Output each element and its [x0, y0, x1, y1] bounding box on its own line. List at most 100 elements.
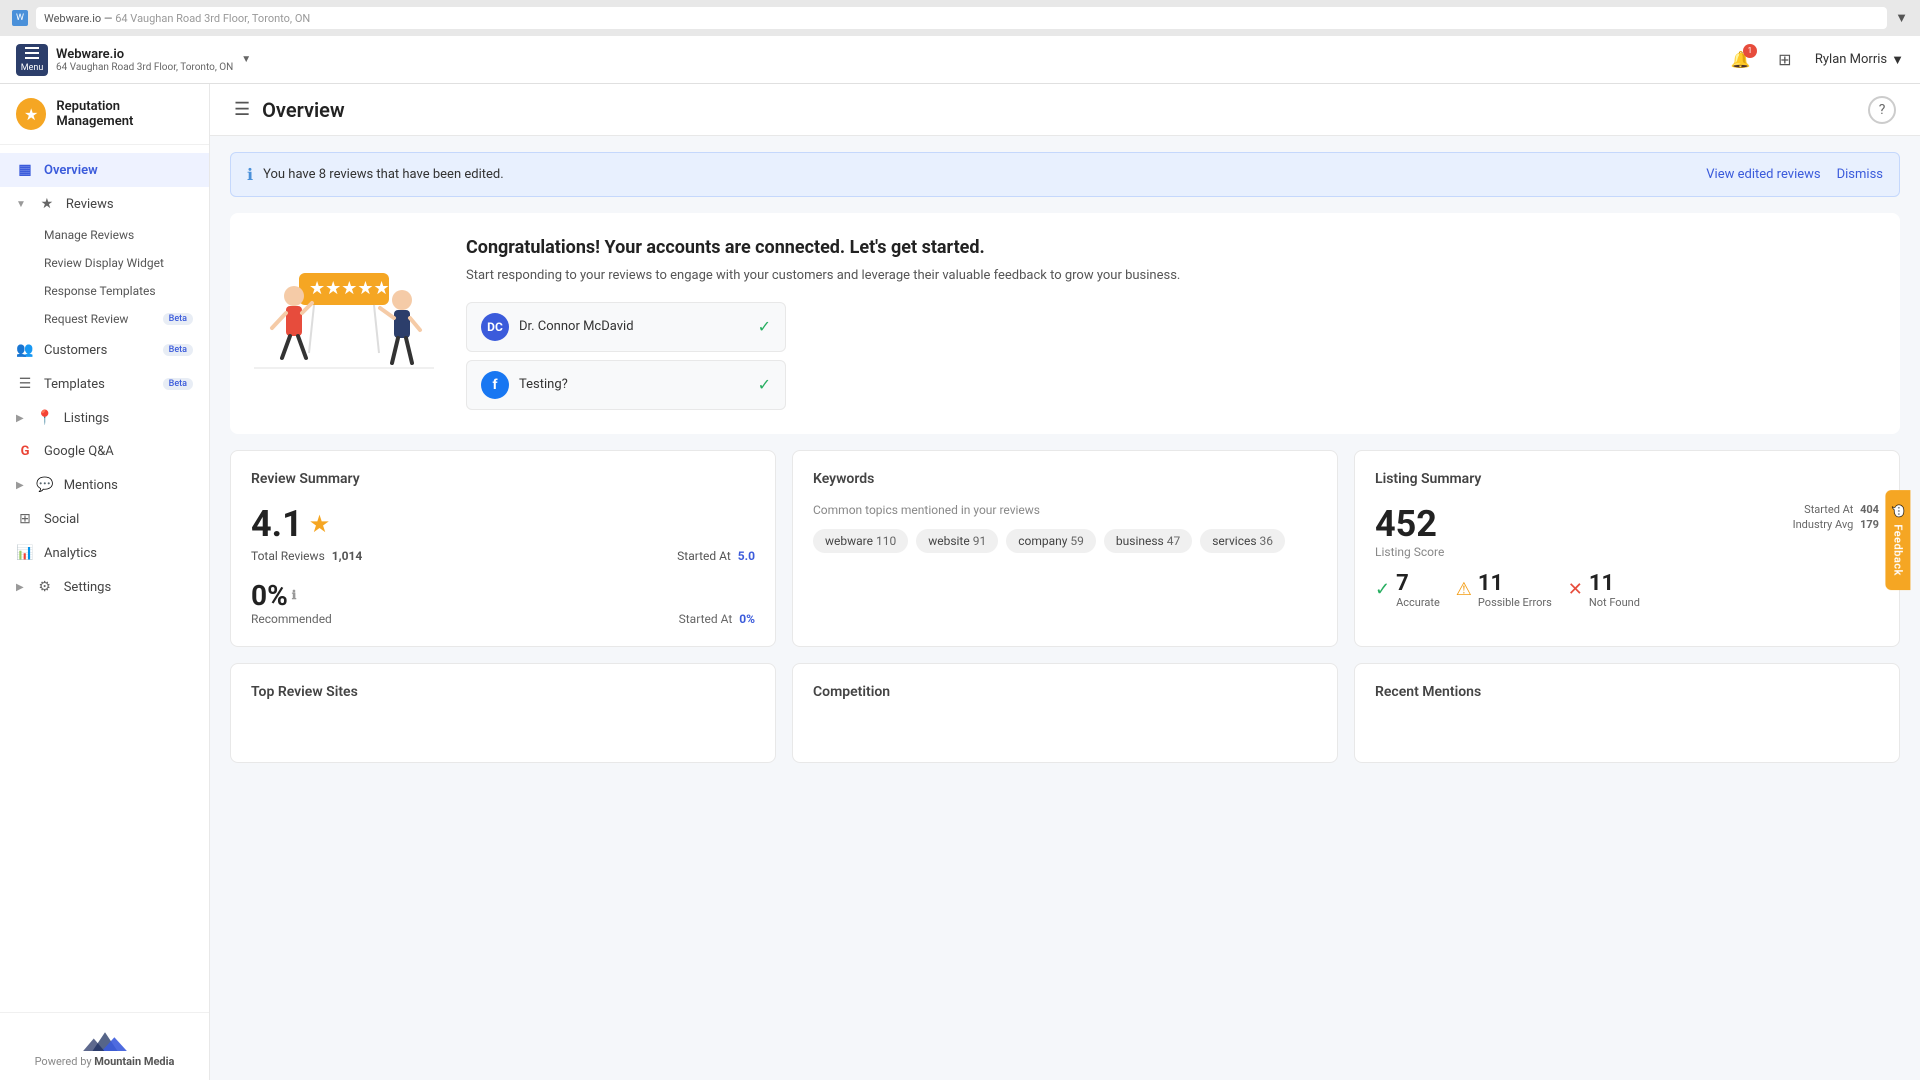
sidebar-item-request-review[interactable]: Request Review Beta — [0, 305, 209, 333]
company-info: Webware.io 64 Vaughan Road 3rd Floor, To… — [56, 47, 233, 73]
listing-summary-card: Listing Summary 452 Listing Score Starte… — [1354, 450, 1900, 647]
keywords-card: Keywords Common topics mentioned in your… — [792, 450, 1338, 647]
info-banner: ℹ You have 8 reviews that have been edit… — [230, 152, 1900, 197]
sidebar-brand: ★ Reputation Management — [0, 84, 209, 145]
company-dropdown-arrow[interactable]: ▼ — [241, 54, 251, 65]
rating-star-icon: ★ — [309, 510, 331, 538]
templates-icon: ☰ — [16, 376, 34, 392]
sidebar-item-overview[interactable]: ▦ Overview — [0, 153, 209, 187]
dismiss-button[interactable]: Dismiss — [1837, 167, 1883, 182]
top-review-sites-card: Top Review Sites — [230, 663, 776, 763]
recommendation-label: Recommended Started At 0% — [251, 612, 755, 626]
help-button[interactable]: ? — [1868, 96, 1896, 124]
listing-score-block: 452 Listing Score — [1375, 503, 1444, 559]
sidebar-nav: ▦ Overview ▼ ★ Reviews Manage Reviews Re… — [0, 145, 209, 1012]
sidebar-item-reviews[interactable]: ▼ ★ Reviews — [0, 187, 209, 221]
possible-errors-value: 11 — [1478, 571, 1552, 596]
info-banner-actions: View edited reviews Dismiss — [1706, 167, 1883, 182]
sidebar-item-social[interactable]: ⊞ Social — [0, 502, 209, 536]
avatar-testing: f — [481, 371, 509, 399]
recommendation-info-icon: ℹ — [292, 588, 297, 602]
review-summary-card: Review Summary 4.1 ★ Total Reviews 1,014… — [230, 450, 776, 647]
info-icon: ℹ — [247, 165, 253, 184]
total-reviews-label: Total Reviews 1,014 — [251, 549, 362, 563]
recommendation-section: 0% ℹ Recommended Started At 0% — [251, 579, 755, 626]
notification-badge: 1 — [1743, 44, 1757, 58]
listing-score-number: 452 — [1375, 503, 1444, 545]
notification-button[interactable]: 🔔 1 — [1727, 46, 1755, 74]
connected-accounts-list: DC Dr. Connor McDavid ✓ f Testing? ✓ — [466, 302, 1876, 410]
sidebar-item-mentions[interactable]: ▶ 💬 Mentions — [0, 468, 209, 502]
sidebar-item-manage-reviews[interactable]: Manage Reviews — [0, 221, 209, 249]
listing-summary-title: Listing Summary — [1375, 471, 1879, 487]
started-at-value: 5.0 — [738, 549, 755, 563]
customers-icon: 👥 — [16, 342, 34, 358]
view-edited-reviews-link[interactable]: View edited reviews — [1706, 167, 1820, 182]
competition-title: Competition — [813, 684, 1317, 700]
content-menu-button[interactable]: ☰ — [234, 99, 250, 120]
possible-errors-label: Possible Errors — [1478, 596, 1552, 609]
connected-account-dr-connor: DC Dr. Connor McDavid ✓ — [466, 302, 786, 352]
sidebar-footer: Powered by Mountain Media — [0, 1012, 209, 1080]
connected-account-testing: f Testing? ✓ — [466, 360, 786, 410]
accurate-icon: ✓ — [1375, 579, 1390, 600]
review-rating: 4.1 ★ — [251, 503, 755, 545]
dashboard-grid: Review Summary 4.1 ★ Total Reviews 1,014… — [210, 450, 1920, 663]
top-bar-left: Menu Webware.io 64 Vaughan Road 3rd Floo… — [16, 44, 251, 76]
welcome-description: Start responding to your reviews to enga… — [466, 266, 1876, 286]
browser-actions: ▼ — [1895, 10, 1908, 26]
overview-icon: ▦ — [16, 162, 34, 178]
top-bar: Menu Webware.io 64 Vaughan Road 3rd Floo… — [0, 36, 1920, 84]
svg-text:★★★★★: ★★★★★ — [309, 278, 390, 299]
brand-star-icon: ★ — [16, 98, 46, 130]
sidebar-item-google-qa[interactable]: G Google Q&A — [0, 435, 209, 468]
total-reviews-value: 1,014 — [332, 549, 363, 563]
user-menu-button[interactable]: Rylan Morris ▼ — [1815, 52, 1904, 68]
app-layout: ★ Reputation Management ▦ Overview ▼ ★ R… — [0, 84, 1920, 1080]
keyword-company: company 59 — [1006, 529, 1096, 553]
welcome-card: ★★★★★ — [230, 213, 1900, 434]
competition-card: Competition — [792, 663, 1338, 763]
page-title: Overview — [262, 98, 345, 122]
feedback-chat-icon: 💬 — [1892, 504, 1905, 518]
not-found-label: Not Found — [1589, 596, 1640, 609]
keyword-tags: webware 110 website 91 company 59 busine… — [813, 529, 1317, 553]
listing-score-label: Listing Score — [1375, 545, 1444, 559]
sidebar-item-settings[interactable]: ▶ ⚙ Settings — [0, 570, 209, 604]
browser-bar: W Webware.io — 64 Vaughan Road 3rd Floor… — [0, 0, 1920, 36]
welcome-text-block: Congratulations! Your accounts are conne… — [466, 237, 1876, 410]
main-content: ☰ Overview ? ℹ You have 8 reviews that h… — [210, 84, 1920, 1080]
browser-favicon: W — [12, 10, 28, 26]
menu-button[interactable]: Menu — [16, 44, 48, 76]
sidebar-item-label: Overview — [44, 163, 98, 178]
sidebar-item-review-display-widget[interactable]: Review Display Widget — [0, 249, 209, 277]
stat-not-found: ✕ 11 Not Found — [1568, 571, 1640, 609]
browser-url: Webware.io — 64 Vaughan Road 3rd Floor, … — [36, 7, 1887, 29]
listings-icon: 📍 — [36, 410, 54, 426]
keyword-services: services 36 — [1200, 529, 1285, 553]
google-qa-icon: G — [16, 444, 34, 459]
settings-icon: ⚙ — [36, 579, 54, 595]
not-found-icon: ✕ — [1568, 579, 1583, 600]
welcome-title: Congratulations! Your accounts are conne… — [466, 237, 1876, 258]
keywords-description: Common topics mentioned in your reviews — [813, 503, 1317, 517]
sidebar-item-analytics[interactable]: 📊 Analytics — [0, 536, 209, 570]
mountain-media-logo-icon — [80, 1025, 130, 1055]
sidebar-item-listings[interactable]: ▶ 📍 Listings — [0, 401, 209, 435]
recent-mentions-card: Recent Mentions — [1354, 663, 1900, 763]
review-summary-title: Review Summary — [251, 471, 755, 487]
sidebar-item-templates[interactable]: ☰ Templates Beta — [0, 367, 209, 401]
keyword-webware: webware 110 — [813, 529, 908, 553]
mentions-icon: 💬 — [36, 477, 54, 493]
analytics-icon: 📊 — [16, 545, 34, 561]
mentions-expand-arrow: ▶ — [16, 480, 24, 491]
account-name-testing: Testing? — [519, 377, 748, 392]
check-icon-dr-connor: ✓ — [758, 317, 771, 336]
review-meta: Total Reviews 1,014 Started At 5.0 — [251, 549, 755, 563]
sidebar-item-response-templates[interactable]: Response Templates — [0, 277, 209, 305]
accurate-value: 7 — [1396, 571, 1440, 596]
apps-grid-button[interactable]: ⊞ — [1771, 46, 1799, 74]
feedback-tab[interactable]: 💬 Feedback — [1886, 490, 1911, 590]
avatar-dr-connor: DC — [481, 313, 509, 341]
sidebar-item-customers[interactable]: 👥 Customers Beta — [0, 333, 209, 367]
